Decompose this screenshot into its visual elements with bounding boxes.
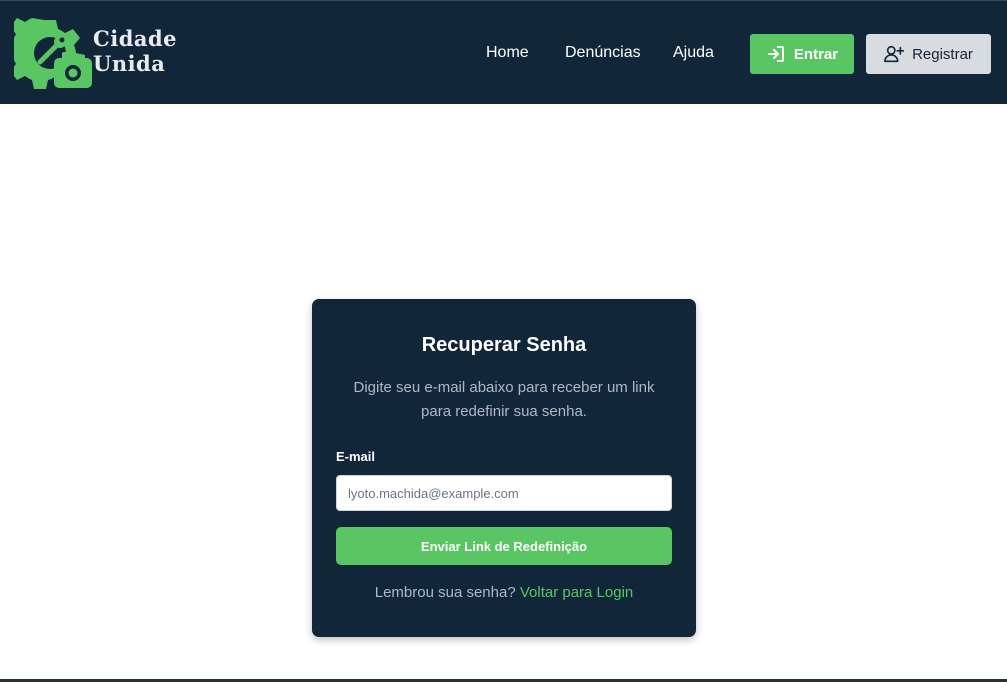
card-footer: Lembrou sua senha? Voltar para Login xyxy=(312,584,696,601)
login-button[interactable]: Entrar xyxy=(750,34,854,74)
email-field[interactable] xyxy=(336,475,672,511)
nav-link-home[interactable]: Home xyxy=(486,44,529,62)
card-title: Recuperar Senha xyxy=(421,334,587,356)
back-to-login-link[interactable]: Voltar para Login xyxy=(520,584,633,601)
email-label: E-mail xyxy=(336,449,376,464)
brand-name-line2: Unida xyxy=(93,51,166,76)
user-plus-icon xyxy=(884,45,905,63)
send-reset-link-button[interactable]: Enviar Link de Redefinição xyxy=(336,527,672,565)
send-reset-link-label: Enviar Link de Redefinição xyxy=(420,538,588,554)
footer-prompt: Lembrou sua senha? xyxy=(374,584,520,601)
nav-link-ajuda[interactable]: Ajuda xyxy=(673,44,714,62)
brand-logo-link[interactable]: Cidade Unida xyxy=(14,16,194,92)
password-recovery-card: Recuperar Senha Digite seu e-mail abaixo… xyxy=(312,299,696,637)
register-button[interactable]: Registrar xyxy=(866,34,991,74)
sign-in-icon xyxy=(767,46,784,62)
brand-name-line1: Cidade xyxy=(93,26,178,51)
card-description: Digite seu e-mail abaixo para receber um… xyxy=(353,379,655,420)
login-button-label: Entrar xyxy=(793,45,839,63)
register-button-label: Registrar xyxy=(912,45,973,63)
gear-wrench-camera-icon xyxy=(14,18,92,89)
brand-name: Cidade Unida xyxy=(93,26,203,76)
nav-link-denuncias[interactable]: Denúncias xyxy=(565,44,641,62)
top-navbar: Cidade Unida Home Denúncias Ajuda Entrar… xyxy=(0,0,1007,104)
